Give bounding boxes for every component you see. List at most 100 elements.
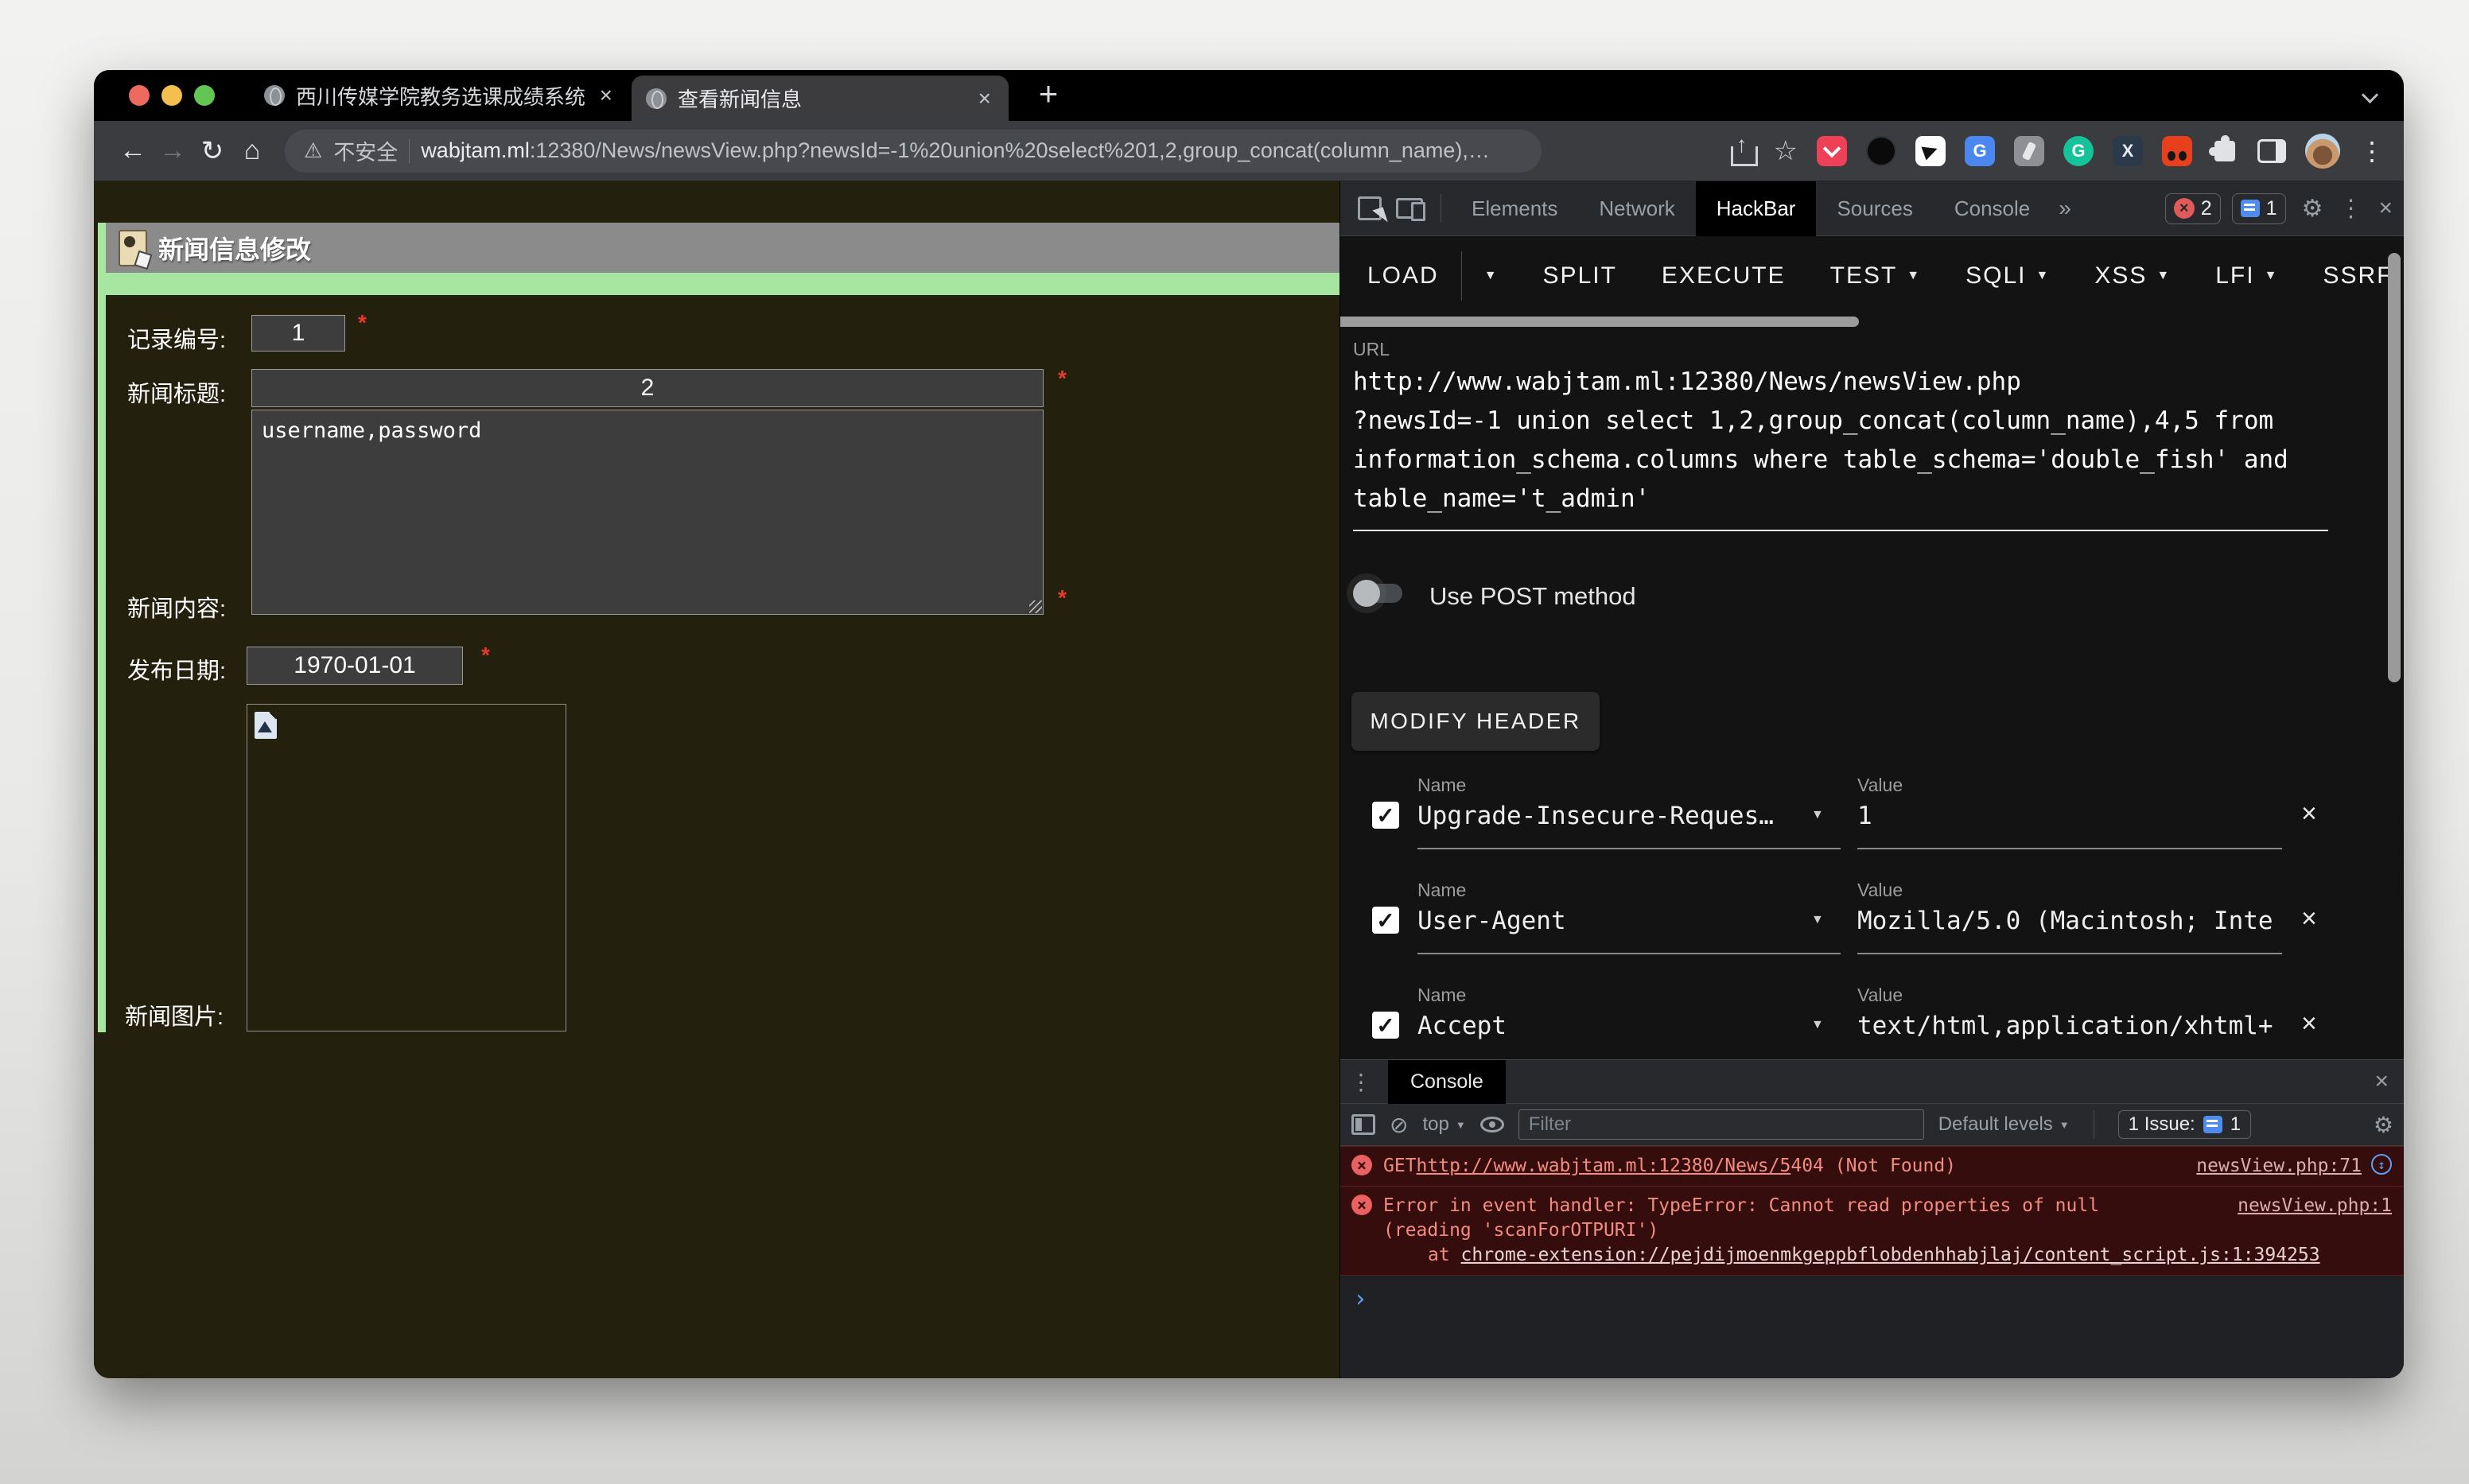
tab-news-view[interactable]: 查看新闻信息 × — [632, 76, 1009, 121]
console-tab-row: ⋮ Console × — [1340, 1060, 2404, 1104]
log-levels-selector[interactable]: Default levels▼ — [1938, 1113, 2070, 1136]
browser-menu-kebab-icon[interactable]: ⋮ — [2359, 136, 2385, 166]
use-post-toggle[interactable] — [1353, 579, 1406, 608]
profile-avatar[interactable] — [2305, 134, 2340, 169]
close-icon[interactable]: × — [597, 83, 616, 108]
remove-header-icon[interactable]: × — [2301, 1008, 2317, 1039]
dark-circle-extension-icon[interactable] — [1866, 136, 1896, 166]
gray-ribbon-extension-icon[interactable] — [2014, 136, 2044, 166]
console-drawer-tab[interactable]: Console — [1388, 1060, 1506, 1104]
live-expression-eye-icon[interactable] — [1480, 1117, 1504, 1132]
error-url-link[interactable]: http://www.wabjtam.ml:12380/News/5 — [1417, 1154, 1791, 1179]
message-count-badge[interactable]: 1 — [2232, 193, 2286, 224]
error-source-link[interactable]: newsView.php:71 — [2180, 1154, 2362, 1179]
traffic-light-zoom[interactable] — [194, 85, 215, 106]
pocket-extension-icon[interactable] — [1817, 136, 1847, 166]
hackbar-ssrf-menu[interactable]: SSRF — [2323, 262, 2393, 289]
header-value-input[interactable]: 1 — [1857, 802, 2277, 830]
header-name-select[interactable]: User-Agent — [1417, 907, 1795, 935]
forward-icon[interactable]: → — [153, 131, 192, 171]
dropdown-caret-icon[interactable]: ▼ — [1811, 1018, 1824, 1032]
drawer-menu-kebab-icon[interactable]: ⋮ — [1350, 1069, 1372, 1095]
context-selector[interactable]: top▼ — [1422, 1113, 1465, 1136]
back-icon[interactable]: ← — [113, 131, 153, 171]
security-label[interactable]: 不安全 — [333, 135, 398, 166]
header-checkbox[interactable]: ✓ — [1372, 1012, 1399, 1039]
stack-trace-link[interactable]: chrome-extension://pejdijmoenmkgeppbflob… — [1461, 1245, 2320, 1265]
news-image-label: 新闻图片: — [125, 998, 224, 1031]
web-page: 新闻信息修改 记录编号: * 新闻标题: * username,password… — [94, 181, 1339, 1378]
remove-header-icon[interactable]: × — [2301, 798, 2317, 829]
record-id-input[interactable] — [251, 315, 345, 352]
tab-search-chevron-icon[interactable] — [2362, 89, 2380, 100]
load-dropdown-caret-icon[interactable]: ▼ — [1484, 269, 1499, 283]
remove-header-icon[interactable]: × — [2301, 903, 2317, 934]
traffic-light-minimize[interactable] — [161, 85, 182, 106]
close-icon[interactable]: × — [975, 86, 994, 111]
header-name-select[interactable]: Accept — [1417, 1012, 1795, 1040]
translate-extension-icon[interactable]: G — [1965, 136, 1995, 166]
hackbar-xss-menu[interactable]: XSS — [2094, 262, 2147, 289]
grammarly-extension-icon[interactable]: G — [2063, 136, 2094, 166]
paper-plane-extension-icon[interactable] — [1915, 136, 1946, 166]
side-panel-icon[interactable] — [2257, 139, 2286, 163]
hackbar-load-button[interactable]: LOAD — [1367, 262, 1439, 289]
extensions-puzzle-icon[interactable] — [2214, 141, 2235, 161]
not-secure-warning-icon[interactable]: ⚠ — [304, 138, 322, 163]
devtools-tab-hackbar[interactable]: HackBar — [1696, 181, 1817, 236]
x-extension-icon[interactable]: X — [2113, 136, 2143, 166]
bookmark-star-icon[interactable]: ☆ — [1774, 135, 1798, 167]
devtools-tab-network[interactable]: Network — [1578, 181, 1695, 236]
share-icon[interactable] — [1731, 137, 1755, 165]
publish-date-input[interactable] — [247, 647, 463, 685]
console-filter-input[interactable] — [1518, 1109, 1924, 1140]
devtools-tab-elements[interactable]: Elements — [1451, 181, 1578, 236]
address-bar[interactable]: ⚠ 不安全 wabjtam.ml:12380/News/newsView.php… — [285, 130, 1542, 173]
devtools-tab-sources[interactable]: Sources — [1816, 181, 1933, 236]
device-toolbar-icon[interactable] — [1396, 198, 1423, 219]
devtools-tab-console[interactable]: Console — [1934, 181, 2051, 236]
new-tab-button[interactable]: + — [1026, 70, 1071, 121]
clear-console-icon[interactable]: ⊘ — [1390, 1112, 1408, 1138]
header-value-input[interactable]: Mozilla/5.0 (Macintosh; Inte — [1857, 907, 2277, 935]
header-value-input[interactable]: text/html,application/xhtml+ — [1857, 1012, 2277, 1040]
textarea-resize-handle[interactable] — [1029, 600, 1042, 613]
devtools-settings-gear-icon[interactable]: ⚙ — [2302, 195, 2323, 223]
vertical-scrollbar-thumb[interactable] — [2388, 253, 2401, 682]
console-sidebar-icon[interactable] — [1351, 1114, 1375, 1135]
hackbar-test-menu[interactable]: TEST — [1830, 262, 1898, 289]
dropdown-caret-icon[interactable]: ▼ — [1811, 808, 1824, 822]
header-name-select[interactable]: Upgrade-Insecure-Reques… — [1417, 802, 1795, 830]
url-field-value[interactable]: http://www.wabjtam.ml:12380/News/newsVie… — [1353, 363, 2375, 519]
url-text[interactable]: wabjtam.ml:12380/News/newsView.php?newsI… — [421, 138, 1490, 163]
error-count-badge[interactable]: ×2 — [2165, 193, 2221, 224]
hackbar-lfi-menu[interactable]: LFI — [2215, 262, 2254, 289]
news-content-textarea[interactable]: username,password — [251, 410, 1044, 615]
hackbar-execute-button[interactable]: EXECUTE — [1662, 262, 1786, 289]
console-error-typeerror: × Error in event handler: TypeError: Can… — [1340, 1187, 2404, 1276]
reload-icon[interactable]: ↻ — [192, 131, 232, 171]
home-icon[interactable]: ⌂ — [232, 131, 272, 171]
tab-course-system[interactable]: 西川传媒学院教务选课成绩系统 × — [250, 70, 630, 121]
devtools-menu-kebab-icon[interactable]: ⋮ — [2339, 195, 2362, 223]
console-close-icon[interactable]: × — [2374, 1068, 2389, 1095]
modify-header-button[interactable]: MODIFY HEADER — [1351, 692, 1600, 751]
header-checkbox[interactable]: ✓ — [1372, 907, 1399, 934]
console-settings-gear-icon[interactable]: ⚙ — [2374, 1112, 2393, 1138]
field-underline — [1857, 953, 2282, 954]
news-title-input[interactable] — [251, 369, 1044, 407]
red-dots-extension-icon[interactable] — [2162, 136, 2192, 166]
horizontal-scrollbar-thumb[interactable] — [1340, 317, 1859, 327]
issues-counter[interactable]: 1 Issue:1 — [2118, 1110, 2251, 1139]
devtools-close-icon[interactable]: × — [2378, 195, 2393, 222]
inspect-element-icon[interactable] — [1358, 196, 1382, 220]
error-source-link[interactable]: newsView.php:1 — [2222, 1194, 2392, 1218]
traffic-light-close[interactable] — [129, 85, 150, 106]
initiator-icon[interactable]: ↕ — [2371, 1154, 2392, 1175]
dropdown-caret-icon[interactable]: ▼ — [1811, 913, 1824, 927]
console-prompt-chevron[interactable]: › — [1340, 1276, 2404, 1323]
hackbar-sqli-menu[interactable]: SQLI — [1965, 262, 2026, 289]
more-tabs-icon[interactable]: » — [2051, 196, 2079, 221]
header-checkbox[interactable]: ✓ — [1372, 802, 1399, 829]
hackbar-split-button[interactable]: SPLIT — [1543, 262, 1617, 289]
